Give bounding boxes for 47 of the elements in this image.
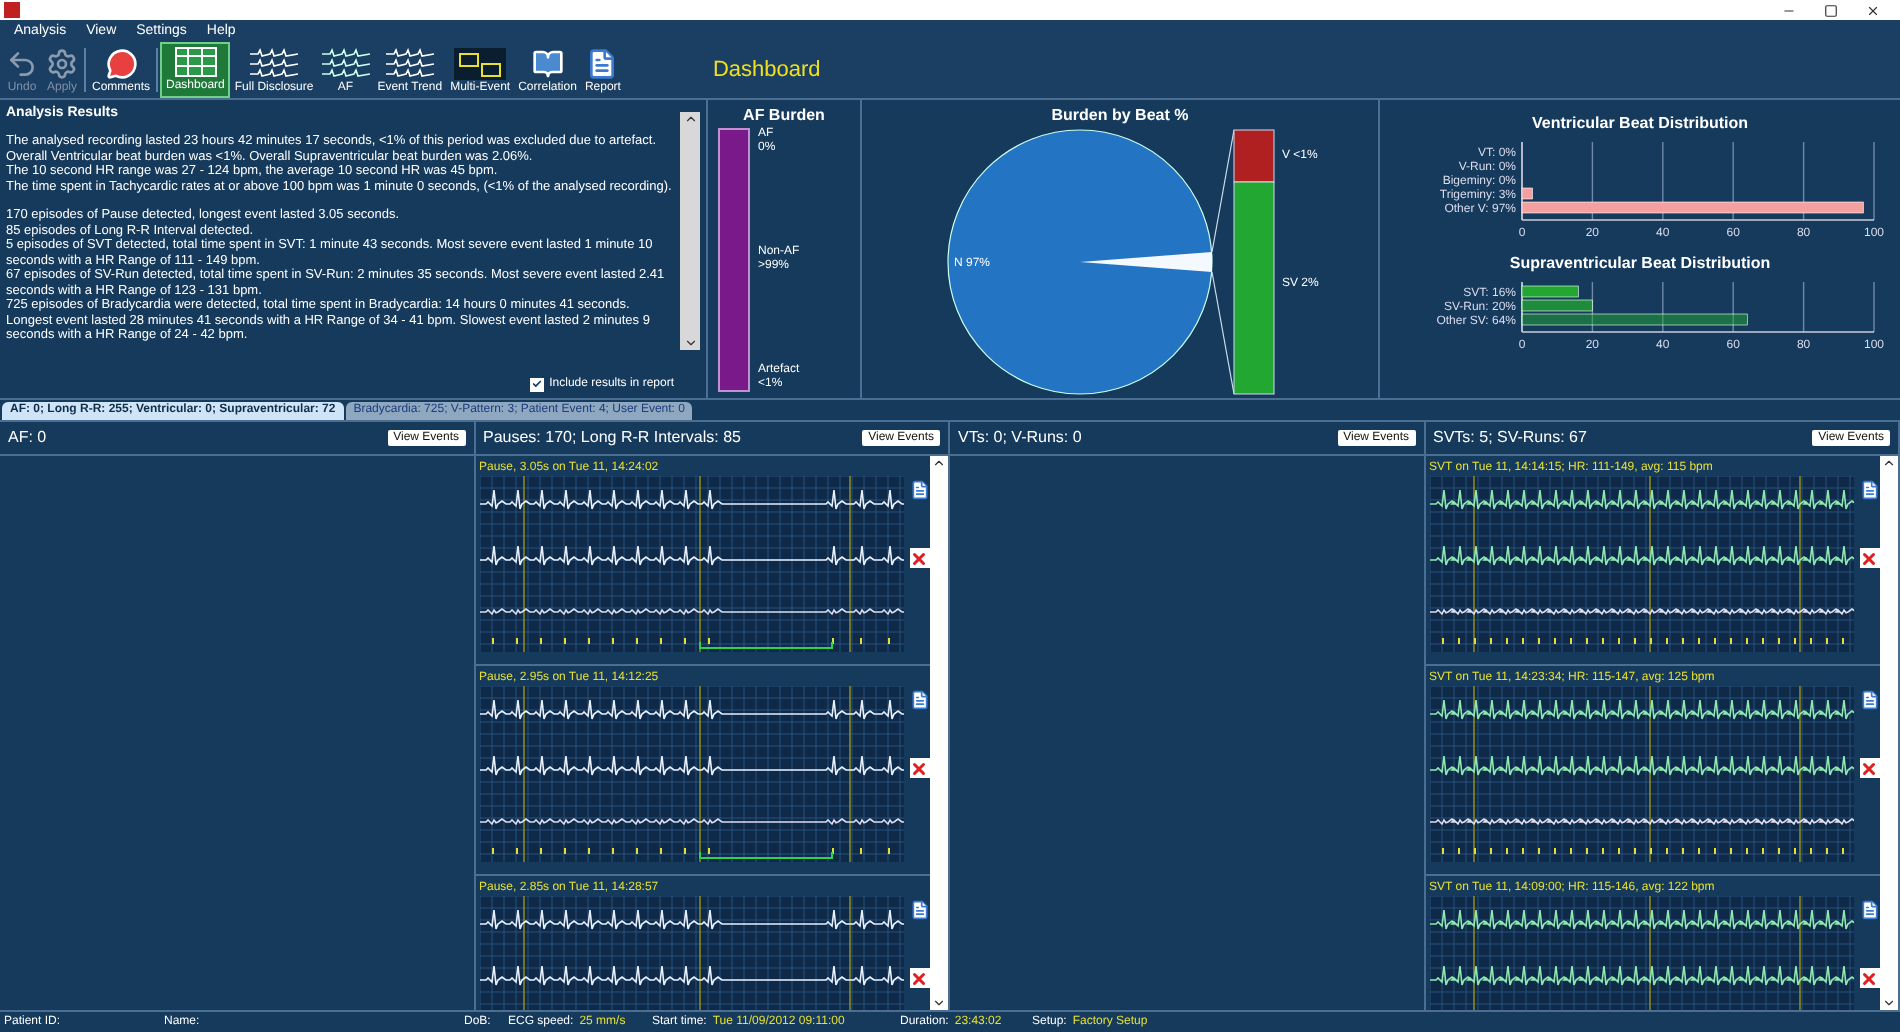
waveform-icon [250,48,299,80]
chart-title: Burden by Beat % [1051,104,1189,126]
scroll-up-icon[interactable] [1882,456,1896,470]
waveform-icon [321,48,370,80]
panel-title: SVTs: 5; SV-Runs: 67 [1433,426,1587,450]
gear-icon [46,48,78,80]
scroll-up-icon[interactable] [683,112,697,126]
undo-icon [6,48,38,80]
speech-bubble-icon [105,48,137,80]
document-icon[interactable] [1859,690,1879,710]
page-title: Dashboard [712,56,821,84]
chart-title: AF Burden [743,104,825,126]
scrollbar[interactable] [930,456,948,1010]
scroll-down-icon[interactable] [932,996,946,1010]
delete-icon[interactable] [909,548,929,568]
leader-line [1211,271,1235,395]
delete-icon[interactable] [909,758,929,778]
delete-icon[interactable] [1859,758,1879,778]
multi-window-icon [454,48,507,80]
document-icon[interactable] [1859,900,1879,920]
document-icon[interactable] [1859,480,1879,500]
scrollbar[interactable] [680,112,700,350]
document-icon[interactable] [909,480,929,500]
checkbox[interactable] [529,377,544,391]
document-icon[interactable] [909,900,929,920]
delete-icon[interactable] [1859,548,1879,568]
document-icon[interactable] [909,690,929,710]
ventricular-burden-segment [1233,129,1275,183]
document-icon [586,48,619,80]
scroll-up-icon[interactable] [932,456,946,470]
maximize-icon[interactable] [1824,3,1838,17]
panel-title: Pauses: 170; Long R-R Intervals: 85 [483,426,741,450]
table-icon [173,46,218,78]
app-logo-icon [4,2,20,18]
chart-title: Supraventricular Beat Distribution [1509,252,1771,274]
delete-icon[interactable] [1859,968,1879,988]
waveform-icon [385,48,434,80]
chart-title: Ventricular Beat Distribution [1531,112,1749,134]
leader-line [1211,129,1235,253]
delete-icon[interactable] [909,968,929,988]
panel-title: VTs: 0; V-Runs: 0 [958,426,1082,450]
panel-title: AF: 0 [8,426,47,450]
book-icon [531,48,564,80]
close-icon[interactable] [1866,3,1880,17]
scroll-down-icon[interactable] [683,336,697,350]
scrollbar[interactable] [1880,456,1898,1010]
scroll-down-icon[interactable] [1882,996,1896,1010]
